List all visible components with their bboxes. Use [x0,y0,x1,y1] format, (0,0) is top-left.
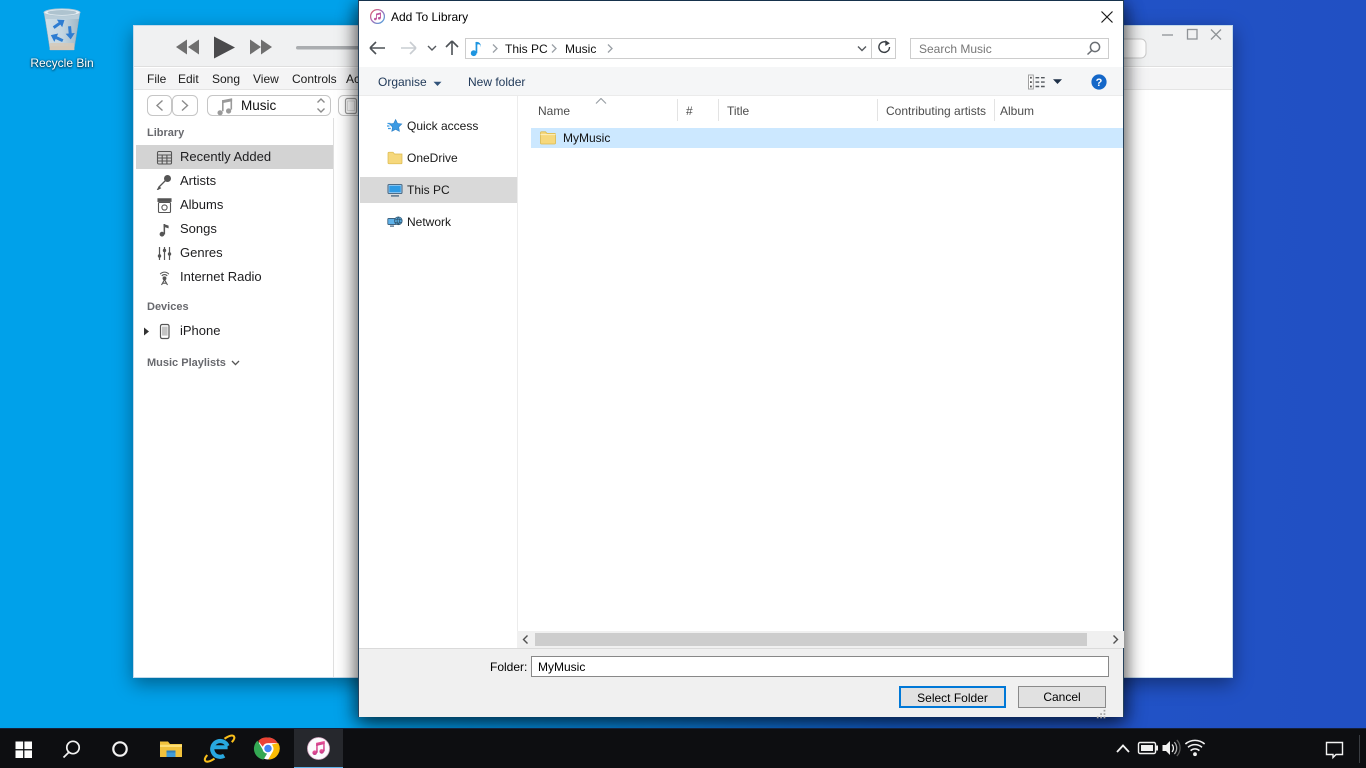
svg-text:Music: Music [241,98,277,113]
svg-text:?: ? [1096,77,1103,89]
svg-text:Search Music: Search Music [919,42,992,56]
svg-text:Music: Music [565,42,596,56]
svg-text:This PC: This PC [505,42,548,56]
